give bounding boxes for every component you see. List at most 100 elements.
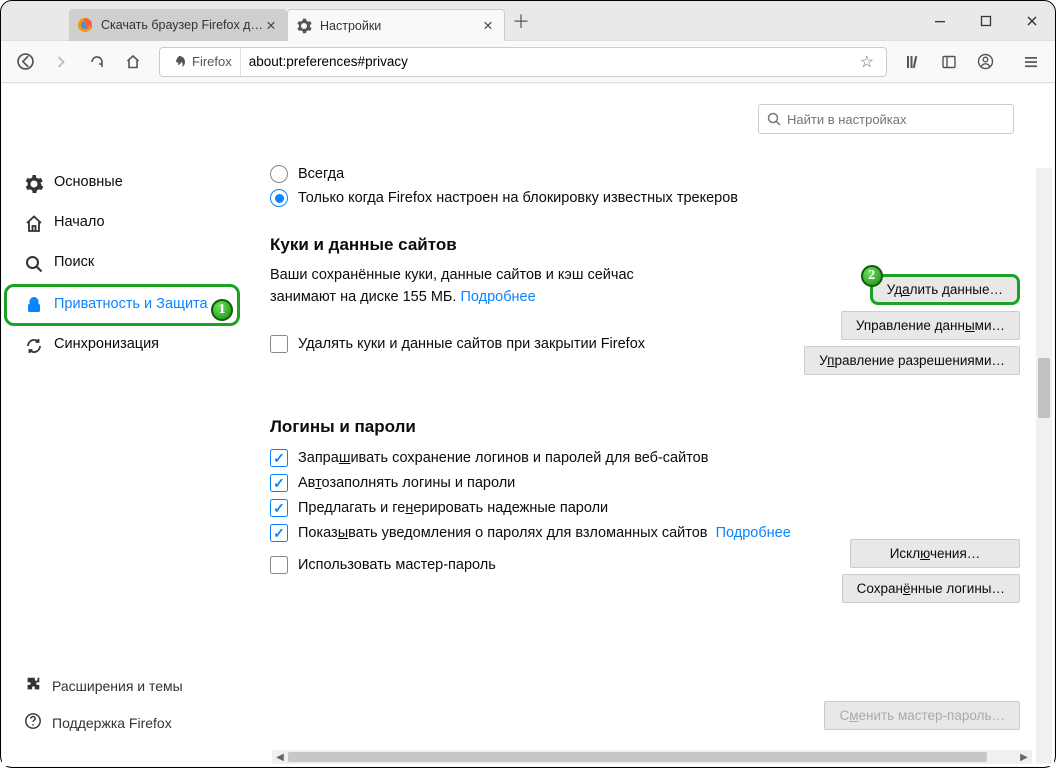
cookies-button-column: 2 Удалить данные… Управление данными… Уп… [804,274,1020,375]
support-link[interactable]: Поддержка Firefox [4,704,240,741]
preferences-content: Основные Начало Поиск Приватность и Защи… [2,84,1054,766]
extensions-themes-link[interactable]: Расширения и темы [4,667,240,704]
scroll-track[interactable] [288,750,1016,764]
change-master-password-button: Сменить мастер-пароль… [824,701,1020,730]
close-icon[interactable]: ✕ [263,17,279,33]
checkbox-delete-on-close[interactable] [270,335,288,353]
search-icon [24,254,44,274]
maximize-button[interactable] [963,1,1009,41]
ask-save-label: Запрашивать сохранение логинов и паролей… [298,450,708,466]
sidebar-item-general[interactable]: Основные [4,164,240,204]
radio-always[interactable] [270,165,288,183]
titlebar: Скачать браузер Firefox для ко ✕ Настрой… [1,1,1055,41]
sidebar-item-label: Поиск [54,254,94,270]
search-icon [767,112,781,126]
breach-label: Показывать уведомления о паролях для взл… [298,525,708,541]
scroll-left-icon[interactable]: ◀ [272,750,288,764]
vertical-scrollbar[interactable] [1036,168,1052,764]
back-button[interactable] [9,46,41,78]
toolbar: Firefox ☆ [1,41,1055,83]
autofill-row[interactable]: Автозаполнять логины и пароли [270,474,1030,492]
extensions-label: Расширения и темы [52,678,183,694]
sidebar-item-sync[interactable]: Синхронизация [4,326,240,366]
tab-download-firefox[interactable]: Скачать браузер Firefox для ко ✕ [69,9,287,41]
annotation-marker-2: 2 [861,265,883,287]
cookies-desc: Ваши сохранённые куки, данные сайтов и к… [270,265,700,309]
sidebar-item-label: Основные [54,174,123,190]
logins-heading: Логины и пароли [270,417,1030,437]
library-button[interactable] [897,46,929,78]
identity-brand: Firefox [192,54,232,69]
account-button[interactable] [969,46,1001,78]
gear-icon [296,18,312,34]
window-controls [917,1,1055,40]
forward-button [45,46,77,78]
dnt-only-label: Только когда Firefox настроен на блокиро… [298,190,738,206]
clear-data-button[interactable]: 2 Удалить данные… [870,274,1020,305]
logins-button-column: Исключения… Сохранённые логины… Сменить … [824,539,1020,730]
close-icon[interactable]: ✕ [480,18,496,34]
minimize-button[interactable] [917,1,963,41]
dnt-only-row[interactable]: Только когда Firefox настроен на блокиро… [270,189,1030,207]
autofill-label: Автозаполнять логины и пароли [298,475,515,491]
main-panel: Всегда Только когда Firefox настроен на … [270,159,1030,752]
suggest-row[interactable]: Предлагать и генерировать надежные парол… [270,499,1030,517]
checkbox-suggest[interactable] [270,499,288,517]
firefox-logo-icon [77,17,93,33]
breach-learn-more-link[interactable]: Подробнее [716,525,791,541]
sidebar-item-home[interactable]: Начало [4,204,240,244]
checkbox-autofill[interactable] [270,474,288,492]
sidebar-item-label: Синхронизация [54,336,159,352]
puzzle-icon [24,675,42,696]
checkbox-ask-save[interactable] [270,449,288,467]
close-window-button[interactable] [1009,1,1055,41]
url-input[interactable] [241,54,852,69]
cookies-heading: Куки и данные сайтов [270,235,1030,255]
manage-permissions-button[interactable]: Управление разрешениями… [804,346,1020,375]
support-label: Поддержка Firefox [52,715,172,731]
firefox-swoosh-icon [172,55,186,69]
help-icon [24,712,42,733]
delete-on-close-label: Удалять куки и данные сайтов при закрыти… [298,336,645,352]
preferences-sidebar: Основные Начало Поиск Приватность и Защи… [4,164,240,366]
suggest-label: Предлагать и генерировать надежные парол… [298,500,608,516]
find-in-preferences[interactable] [758,104,1014,134]
identity-box[interactable]: Firefox [164,48,241,76]
manage-data-button[interactable]: Управление данными… [841,311,1020,340]
sidebar-button[interactable] [933,46,965,78]
dnt-always-row[interactable]: Всегда [270,165,1030,183]
menu-button[interactable] [1015,46,1047,78]
scroll-thumb[interactable] [288,752,987,762]
new-tab-button[interactable]: ＋ [505,1,537,40]
gear-icon [24,174,44,194]
tab-settings[interactable]: Настройки ✕ [287,9,505,41]
home-button[interactable] [117,46,149,78]
annotation-marker-1: 1 [211,299,233,321]
url-bar[interactable]: Firefox ☆ [159,47,887,77]
sidebar-item-label: Начало [54,214,105,230]
tab-label: Скачать браузер Firefox для ко [101,18,263,32]
scroll-right-icon[interactable]: ▶ [1016,750,1032,764]
dnt-always-label: Всегда [298,166,344,182]
checkbox-master-password[interactable] [270,556,288,574]
reload-button[interactable] [81,46,113,78]
home-icon [24,214,44,234]
checkbox-breach[interactable] [270,524,288,542]
window-frame: Скачать браузер Firefox для ко ✕ Настрой… [0,0,1056,768]
tab-label: Настройки [320,19,480,33]
lock-icon [24,295,44,315]
sidebar-footer: Расширения и темы Поддержка Firefox [4,667,240,741]
sidebar-item-privacy[interactable]: Приватность и Защита 1 [4,284,240,326]
search-input[interactable] [787,112,1005,127]
scroll-thumb[interactable] [1038,358,1050,418]
sidebar-item-search[interactable]: Поиск [4,244,240,284]
master-password-label: Использовать мастер-пароль [298,557,496,573]
saved-logins-button[interactable]: Сохранённые логины… [842,574,1020,603]
radio-only-known[interactable] [270,189,288,207]
horizontal-scrollbar[interactable]: ◀ ▶ [272,750,1032,764]
cookies-learn-more-link[interactable]: Подробнее [460,289,535,305]
bookmark-star-icon[interactable]: ☆ [852,52,882,72]
ask-save-row[interactable]: Запрашивать сохранение логинов и паролей… [270,449,1030,467]
sync-icon [24,336,44,356]
exceptions-button[interactable]: Исключения… [850,539,1020,568]
